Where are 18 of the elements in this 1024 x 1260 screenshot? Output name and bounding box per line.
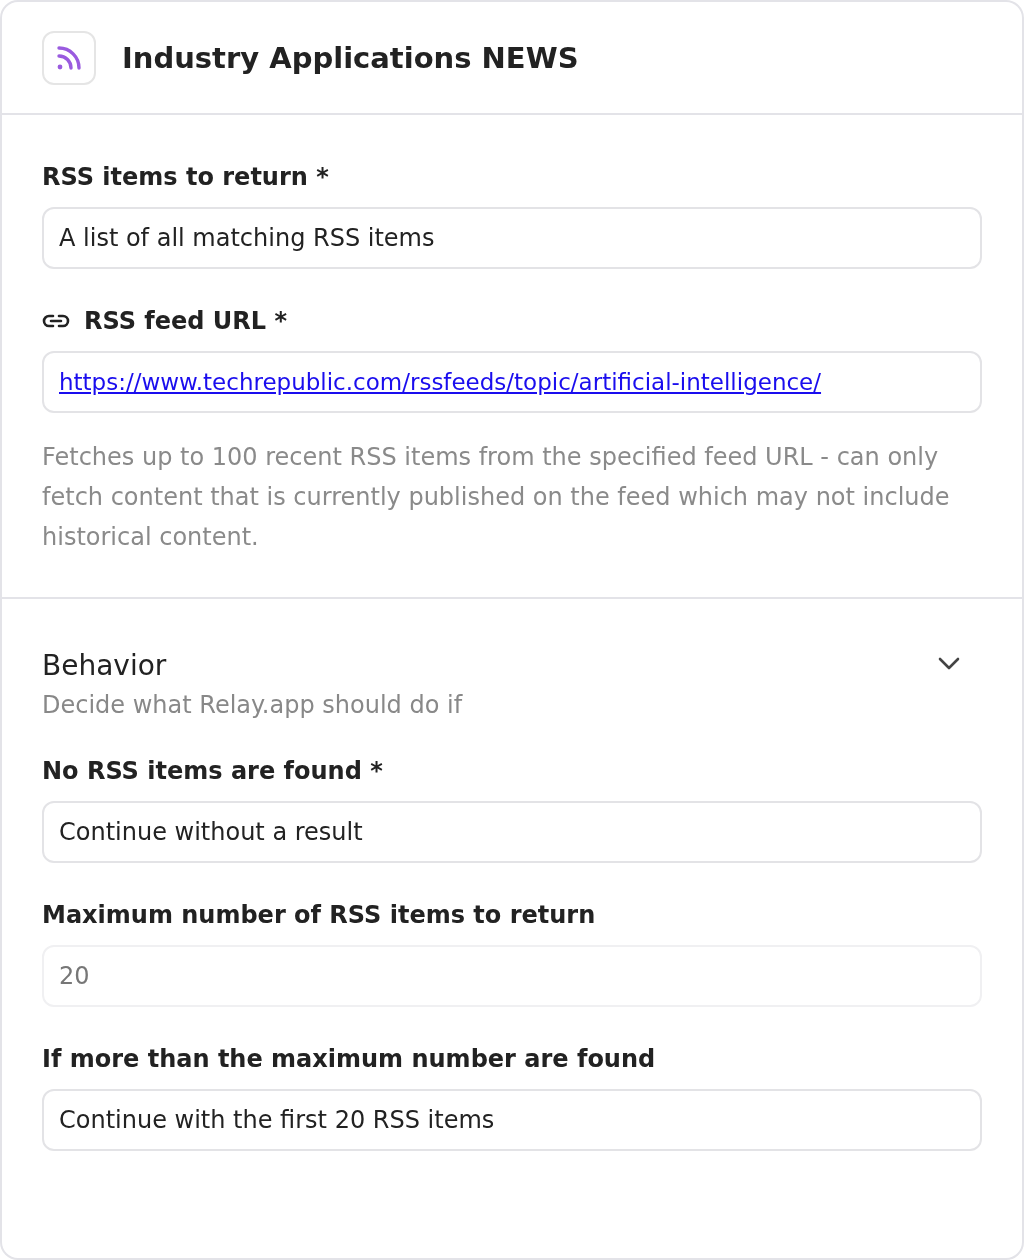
field-label: RSS feed URL * [84, 306, 288, 337]
input-field[interactable]: 20 [42, 945, 982, 1007]
chevron-down-icon[interactable] [938, 657, 960, 671]
card-title: Industry Applications NEWS [122, 40, 579, 75]
input-field[interactable]: A list of all matching RSS items [42, 207, 982, 269]
input-field[interactable]: https://www.techrepublic.com/rssfeeds/topic/artificial-intelligence/ [42, 351, 982, 413]
field-label: RSS items to return * [42, 162, 329, 193]
url-link[interactable]: https://www.techrepublic.com/rssfeeds/topic/artificial-intelligence/ [59, 369, 822, 395]
section-subtitle: Decide what Relay.app should do if [42, 690, 463, 721]
section-title: Behavior [42, 648, 168, 684]
link-icon [42, 313, 70, 329]
field-label: No RSS items are found * [42, 756, 383, 787]
input-field[interactable]: Continue with the first 20 RSS items [42, 1089, 982, 1151]
field-label: Maximum number of RSS items to return [42, 900, 596, 931]
help-text: Fetches up to 100 recent RSS items from the specified feed URL - can only fetch content that is currently published on the feed which may not include historical content. [42, 442, 951, 553]
rss-icon [42, 30, 96, 85]
field-label: If more than the maximum number are found [42, 1044, 656, 1075]
input-field[interactable]: Continue without a result [42, 801, 982, 863]
